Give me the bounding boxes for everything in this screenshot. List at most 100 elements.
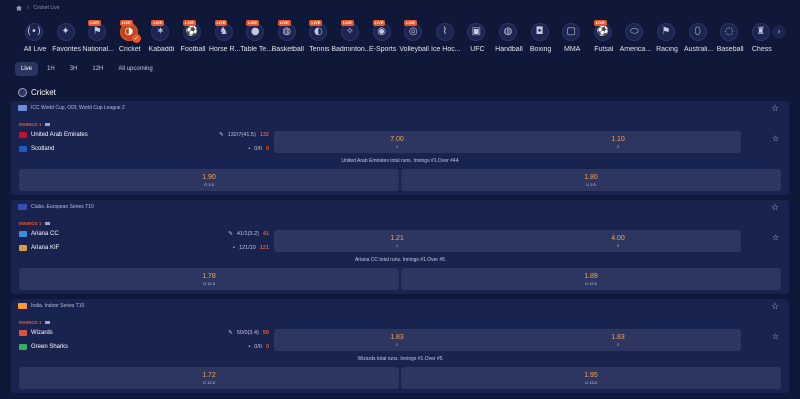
team-flag-icon — [19, 245, 27, 251]
score-detail: 0/0 — [254, 146, 262, 152]
innings-label: INNINGS 1 — [19, 320, 50, 325]
team-name-text: Wizards — [31, 330, 53, 336]
filter-all-upcoming[interactable]: All upcoming — [112, 62, 158, 76]
score-runs: 132 — [259, 132, 269, 138]
team-name-text: Scotland — [31, 146, 55, 152]
batting-icon: ✎ — [228, 330, 233, 336]
league-name: ICC World Cup, ODI, World Cup League 2 — [31, 105, 125, 111]
market-title: United Arab Emirates total runs. Innings… — [341, 158, 459, 164]
live-badge: LIVE — [341, 20, 354, 26]
match-card: India. Indoor Series T10 ☆ INNINGS 1 Wizard… — [11, 299, 789, 393]
odds-value: 1.83 — [611, 334, 625, 341]
odds-key: U 3.5 — [586, 182, 596, 187]
team-score: ✎ 50/0(3.4) 50 — [211, 328, 269, 338]
side-star-icon[interactable]: ☆ — [772, 134, 779, 143]
innings-text: INNINGS 1 — [19, 122, 42, 127]
live-badge: LIVE — [372, 20, 386, 26]
breadcrumb: / Cricket Live — [16, 4, 60, 12]
side-star-icon[interactable]: ☆ — [772, 233, 779, 242]
league-name: Clubs. European Series T10 — [31, 204, 94, 210]
odds-button-1[interactable]: 1.21 1 — [274, 230, 520, 252]
over-button[interactable]: 1.72 O 13.5 — [19, 367, 399, 389]
australi-icon: ⬯ — [688, 23, 707, 41]
ufc-icon: ▣ — [467, 23, 486, 41]
team-name-text: Ariana KIF — [31, 245, 60, 251]
favorite-star-icon[interactable]: ☆ — [771, 303, 780, 312]
score-detail: 41/1(3.2) — [236, 231, 259, 237]
score-runs: 0 — [265, 146, 269, 152]
dot-icon: • — [248, 146, 251, 152]
favorite-star-icon[interactable]: ☆ — [771, 204, 780, 213]
team-name-text: Green Sharks — [31, 344, 69, 350]
racing-icon: ⚑ — [657, 23, 675, 41]
under-button[interactable]: 1.80 U 3.5 — [401, 169, 781, 191]
tv-icon — [44, 321, 50, 324]
ice-hoc-icon: ⌇ — [435, 23, 454, 41]
live-badge: LIVE — [593, 20, 607, 26]
team-name: Green Sharks — [19, 342, 68, 352]
league-header: India. Indoor Series T10 — [18, 303, 84, 309]
odds-value: 7.00 — [390, 136, 404, 143]
match-card: Clubs. European Series T10 ☆ INNINGS 1 Aria… — [11, 200, 789, 294]
odds-value: 1.72 — [202, 372, 216, 379]
under-button[interactable]: 1.95 U 13.5 — [401, 367, 781, 389]
mma-icon: ▢ — [562, 23, 581, 41]
score-detail: 0/0 — [254, 344, 262, 350]
odds-key: O 3.5 — [204, 182, 214, 187]
team-flag-icon — [19, 146, 27, 152]
breadcrumb-separator: / — [27, 5, 29, 11]
sports-nav: (•) All Live ✦ Favorites ⚑ LIVE National... ◑ LI… — [15, 18, 785, 58]
all-live-icon: (•) — [25, 23, 43, 41]
team-name: Ariana KIF — [19, 243, 59, 253]
odds-value: 4.00 — [611, 235, 625, 242]
dot-icon: • — [233, 245, 235, 251]
odds-key: 2 — [616, 243, 620, 248]
section-title: Cricket — [31, 88, 56, 97]
innings-text: INNINGS 1 — [19, 320, 42, 325]
odds-value: 1.21 — [390, 235, 404, 242]
handball-icon: ◍ — [499, 23, 517, 41]
over-button[interactable]: 1.90 O 3.5 — [19, 169, 399, 191]
league-flag-icon — [18, 204, 27, 210]
favorites-icon: ✦ — [56, 23, 75, 41]
team-score: • 121/10 121 — [211, 243, 269, 253]
team-name: Scotland — [19, 144, 54, 154]
odds-key: 2 — [616, 342, 620, 347]
odds-button-2[interactable]: 1.83 2 — [495, 329, 741, 351]
score-runs: 121 — [259, 245, 269, 251]
favorite-star-icon[interactable]: ☆ — [771, 105, 780, 114]
team-flag-icon — [19, 231, 27, 237]
filter-live[interactable]: Live — [15, 62, 39, 76]
team-name: United Arab Emirates — [19, 130, 88, 140]
innings-text: INNINGS 1 — [19, 221, 42, 226]
score-detail: 50/0(3.4) — [236, 330, 259, 336]
odds-button-1[interactable]: 1.83 1 — [274, 329, 520, 351]
under-button[interactable]: 1.89 U 12.5 — [401, 268, 781, 290]
team-name: Wizards — [19, 328, 53, 338]
league-header: ICC World Cup, ODI, World Cup League 2 — [18, 105, 125, 111]
filter-3h[interactable]: 3H — [64, 62, 84, 76]
odds-key: O 12.5 — [202, 281, 215, 286]
odds-button-1[interactable]: 7.00 1 — [274, 131, 520, 153]
next-arrow-icon[interactable]: › — [772, 25, 786, 39]
odds-key: U 12.5 — [585, 281, 597, 286]
chess-icon: ♜ — [751, 23, 770, 41]
side-star-icon[interactable]: ☆ — [772, 332, 779, 341]
score-runs: 0 — [265, 344, 269, 350]
odds-value: 1.10 — [611, 136, 625, 143]
odds-button-2[interactable]: 4.00 2 — [495, 230, 741, 252]
filter-1h[interactable]: 1H — [41, 62, 61, 76]
live-badge: LIVE — [309, 20, 323, 26]
odds-key: 2 — [616, 144, 620, 149]
over-button[interactable]: 1.78 O 12.5 — [19, 268, 399, 290]
sport-label: Chess — [751, 46, 772, 53]
score-detail: 121/10 — [238, 245, 256, 251]
cricket-ball-icon — [18, 88, 27, 97]
odds-button-2[interactable]: 1.10 2 — [495, 131, 741, 153]
home-icon[interactable] — [16, 5, 22, 11]
filter-12h[interactable]: 12H — [86, 62, 109, 76]
score-runs: 50 — [262, 330, 269, 336]
odds-value: 1.78 — [202, 273, 216, 280]
odds-key: 1 — [395, 342, 399, 347]
check-icon: ✓ — [131, 34, 141, 43]
